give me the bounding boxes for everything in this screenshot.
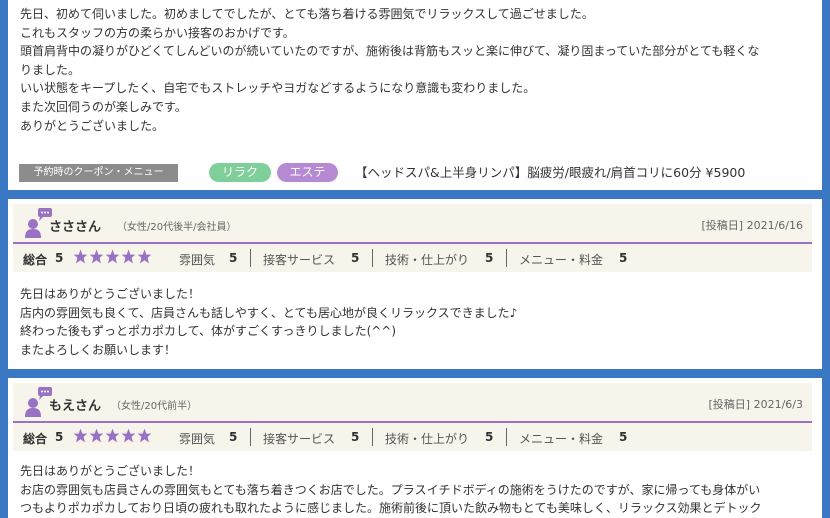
reviewer-name: もえさん bbox=[49, 399, 102, 414]
review-line: またよろしくお願いします！ bbox=[20, 342, 177, 357]
review-line: また次回伺うのが楽しみです。 bbox=[20, 99, 187, 114]
star-rating bbox=[73, 428, 153, 446]
star-icon bbox=[73, 249, 88, 264]
overall-label: 総合 bbox=[23, 432, 48, 446]
review-line: 先日はありがとうございました！ bbox=[20, 287, 201, 301]
rating-value-menu-price: 5 bbox=[619, 251, 628, 265]
overall-value: 5 bbox=[55, 430, 64, 444]
review-header: もえさん （女性/20代前半） [投稿日] 2021/6/3 bbox=[13, 383, 812, 421]
rating-label-menu-price: メニュー・料金 bbox=[519, 432, 604, 446]
review-card: もえさん （女性/20代前半） [投稿日] 2021/6/3 総合 5 雰囲気 … bbox=[8, 378, 822, 518]
review-line: これもスタッフの方の柔らかい接客のおかげです。 bbox=[20, 25, 295, 40]
rating-value-technique: 5 bbox=[485, 251, 494, 265]
rating-label-technique: 技術・仕上がり bbox=[385, 253, 470, 267]
review-line: 店内の雰囲気も良くて、店員さんも話しやすく、とても居心地が良くリラックスできまし… bbox=[20, 305, 518, 320]
review-line: 終わった後もずっとポカポカして、体がすごくすっきりしました(^^) bbox=[20, 324, 397, 339]
coupon-tag: 予約時のクーポン・メニュー bbox=[19, 164, 178, 182]
review-body: 先日はありがとうございました！ お店の雰囲気も店員さんの雰囲気もとても落ち着きつ… bbox=[20, 462, 812, 518]
rating-label-atmosphere: 雰囲気 bbox=[179, 432, 216, 446]
category-tag-esthe[interactable]: エステ bbox=[277, 163, 338, 182]
review-line: いい状態をキープしたく、自宅でもストレッチやヨガなどするようになり意識も変わりま… bbox=[20, 81, 536, 96]
star-icon bbox=[105, 249, 120, 264]
separator bbox=[372, 428, 373, 446]
review-body: 先日はありがとうございました！ 店内の雰囲気も良くて、店員さんも話しやすく、とて… bbox=[20, 285, 812, 359]
posted-date: [投稿日] 2021/6/16 bbox=[701, 219, 803, 232]
reviewer-meta: （女性/20代後半/会社員） bbox=[117, 222, 237, 233]
rating-label-atmosphere: 雰囲気 bbox=[179, 253, 216, 267]
review-line: ありがとうございました。 bbox=[20, 118, 165, 133]
star-icon bbox=[121, 249, 136, 264]
rating-value-menu-price: 5 bbox=[619, 430, 628, 444]
separator bbox=[506, 428, 507, 446]
star-icon bbox=[137, 249, 152, 264]
reviewer-meta: （女性/20代前半） bbox=[111, 401, 198, 412]
review-line: お店の雰囲気も店員さんの雰囲気もとても落ち着きつくお店でした。プラスイチドボディ… bbox=[20, 482, 761, 497]
category-tag-relax[interactable]: リラク bbox=[209, 163, 271, 182]
review-line: りました。 bbox=[20, 62, 81, 77]
rating-value-technique: 5 bbox=[485, 430, 494, 444]
posted-date: [投稿日] 2021/6/3 bbox=[708, 398, 803, 411]
review-line: つもよりポカポカしており日頃の疲れも取れたように感じました。施術前後に頂いた飲み… bbox=[20, 501, 762, 516]
star-icon bbox=[89, 428, 104, 443]
separator bbox=[250, 428, 251, 446]
review-line: 先日、初めて伺いました。初めましてでしたが、とても落ち着ける雰囲気でリラックスし… bbox=[20, 7, 594, 21]
review-body: 先日、初めて伺いました。初めましてでしたが、とても落ち着ける雰囲気でリラックスし… bbox=[20, 5, 812, 135]
star-icon bbox=[105, 428, 120, 443]
rating-label-technique: 技術・仕上がり bbox=[385, 432, 470, 446]
separator bbox=[250, 249, 251, 267]
rating-value-atmosphere: 5 bbox=[229, 251, 238, 265]
rating-label-menu-price: メニュー・料金 bbox=[519, 253, 604, 267]
overall-label: 総合 bbox=[23, 253, 48, 267]
review-card: さささん （女性/20代後半/会社員） [投稿日] 2021/6/16 総合 5… bbox=[8, 199, 822, 369]
reviewer-name: さささん bbox=[49, 220, 102, 235]
ratings-bar: 総合 5 雰囲気 5 接客サービス 5 技術・仕上がり 5 メニュー・料金 5 bbox=[13, 244, 812, 272]
ratings-bar: 総合 5 雰囲気 5 接客サービス 5 技術・仕上がり 5 メニュー・料金 5 bbox=[13, 423, 812, 451]
review-line: 頭首肩背中の凝りがひどくてしんどいのが続いていたのですが、施術後は背筋もスッと楽… bbox=[20, 44, 760, 59]
rating-value-atmosphere: 5 bbox=[229, 430, 238, 444]
rating-label-service: 接客サービス bbox=[263, 432, 336, 446]
separator bbox=[506, 249, 507, 267]
star-icon bbox=[121, 428, 136, 443]
star-rating bbox=[73, 249, 153, 267]
star-icon bbox=[73, 428, 88, 443]
coupon-row: 予約時のクーポン・メニュー リラク エステ 【ヘッドスパ&上半身リンパ】脳疲労/… bbox=[19, 163, 814, 183]
coupon-description[interactable]: 【ヘッドスパ&上半身リンパ】脳疲労/眼疲れ/肩首コリに60分 ¥5900 bbox=[355, 164, 745, 182]
star-icon bbox=[137, 428, 152, 443]
review-line: 先日はありがとうございました！ bbox=[20, 464, 201, 478]
review-header: さささん （女性/20代後半/会社員） [投稿日] 2021/6/16 bbox=[13, 204, 812, 242]
review-card: 先日、初めて伺いました。初めましてでしたが、とても落ち着ける雰囲気でリラックスし… bbox=[8, 0, 822, 190]
rating-value-service: 5 bbox=[351, 251, 360, 265]
star-icon bbox=[89, 249, 104, 264]
overall-value: 5 bbox=[55, 251, 64, 265]
separator bbox=[372, 249, 373, 267]
rating-value-service: 5 bbox=[351, 430, 360, 444]
rating-label-service: 接客サービス bbox=[263, 253, 336, 267]
